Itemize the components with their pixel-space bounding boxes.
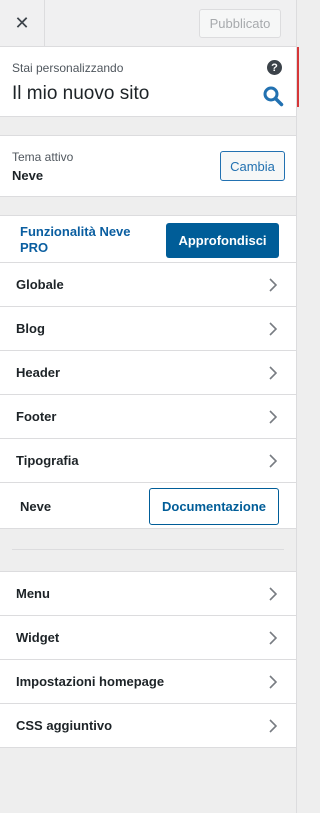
publish-button[interactable]: Pubblicato — [199, 9, 281, 38]
search-icon[interactable] — [262, 85, 284, 107]
section-separator — [0, 529, 296, 571]
section-tipografia[interactable]: Tipografia — [0, 439, 296, 483]
neve-docs-label: Neve — [20, 499, 52, 514]
active-theme: Tema attivo Neve Cambia — [0, 135, 296, 197]
neve-pro-banner: Funzionalità Neve PRO Approfondisci — [0, 215, 296, 263]
chevron-right-icon — [269, 675, 277, 689]
section-label: Widget — [16, 630, 60, 645]
chevron-right-icon — [269, 322, 277, 336]
help-icon[interactable]: ? — [267, 60, 282, 75]
site-title: Il mio nuovo sito — [12, 83, 150, 104]
learn-more-button[interactable]: Approfondisci — [166, 223, 279, 258]
change-theme-button[interactable]: Cambia — [220, 151, 285, 181]
chevron-right-icon — [269, 587, 277, 601]
section-label: Footer — [16, 409, 57, 424]
section-widget[interactable]: Widget — [0, 616, 296, 660]
section-label: Header — [16, 365, 61, 380]
section-label: Globale — [16, 277, 64, 292]
section-additional-css[interactable]: CSS aggiuntivo — [0, 704, 296, 748]
active-theme-label: Tema attivo — [12, 150, 74, 164]
section-label: Menu — [16, 586, 50, 601]
chevron-right-icon — [269, 719, 277, 733]
section-label: CSS aggiuntivo — [16, 718, 113, 733]
active-indicator — [297, 47, 299, 107]
neve-docs-row: Neve Documentazione — [0, 483, 296, 529]
divider — [12, 549, 284, 550]
active-theme-name: Neve — [12, 168, 44, 183]
neve-pro-text: Funzionalità Neve PRO — [20, 224, 131, 255]
close-icon[interactable]: ✕ — [0, 0, 45, 46]
chevron-right-icon — [269, 366, 277, 380]
chevron-right-icon — [269, 278, 277, 292]
section-blog[interactable]: Blog — [0, 307, 296, 351]
menu-sections: Menu Widget Impostazioni homepage CSS ag… — [0, 571, 296, 748]
customizer-panel: ✕ Pubblicato Stai personalizzando Il mio… — [0, 0, 297, 813]
site-info: Stai personalizzando Il mio nuovo sito ? — [0, 47, 296, 117]
section-label: Blog — [16, 321, 45, 336]
section-globale[interactable]: Globale — [0, 263, 296, 307]
section-menu[interactable]: Menu — [0, 572, 296, 616]
chevron-right-icon — [269, 410, 277, 424]
section-header[interactable]: Header — [0, 351, 296, 395]
customizer-header: ✕ Pubblicato — [0, 0, 296, 47]
customizing-label: Stai personalizzando — [12, 61, 124, 75]
chevron-right-icon — [269, 454, 277, 468]
section-footer[interactable]: Footer — [0, 395, 296, 439]
section-homepage-settings[interactable]: Impostazioni homepage — [0, 660, 296, 704]
chevron-right-icon — [269, 631, 277, 645]
documentation-button[interactable]: Documentazione — [149, 488, 279, 525]
section-label: Impostazioni homepage — [16, 674, 165, 689]
section-label: Tipografia — [16, 453, 79, 468]
